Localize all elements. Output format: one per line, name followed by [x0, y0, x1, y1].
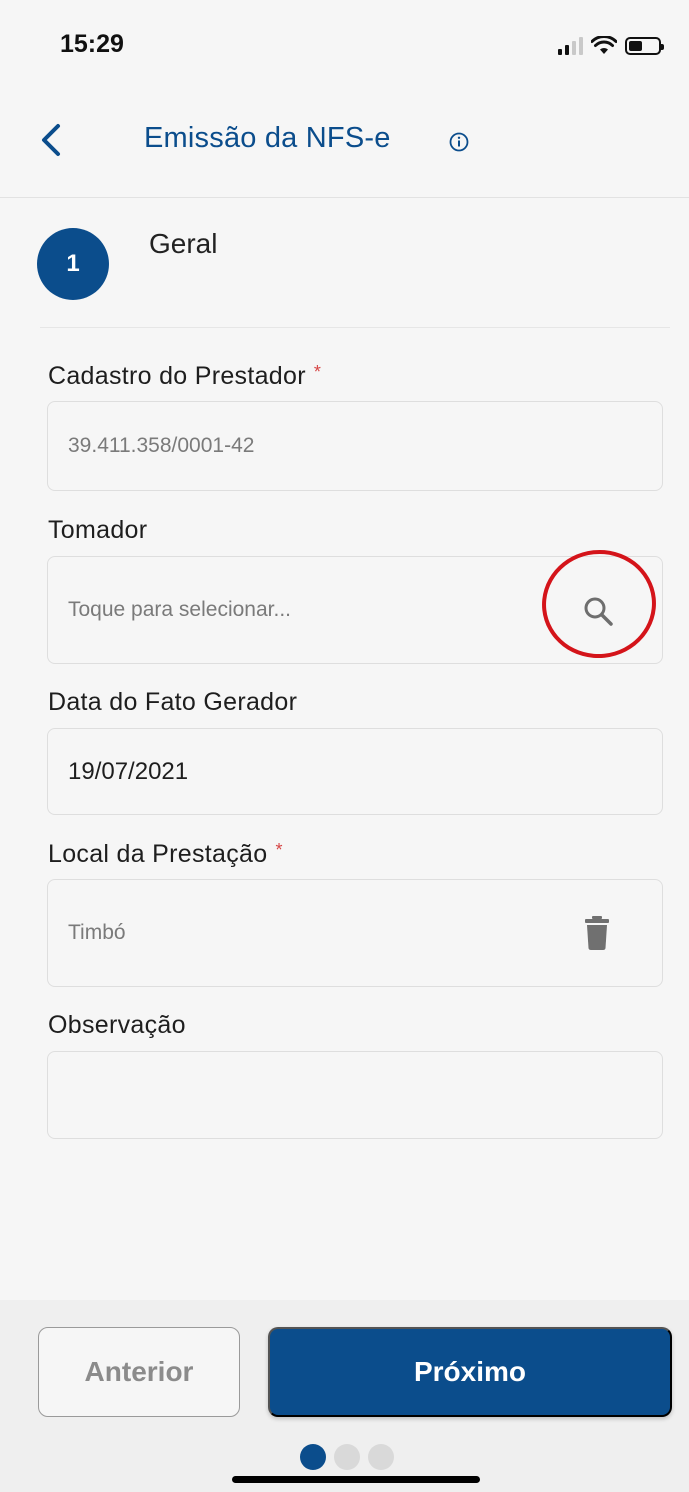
- local-label: Local da Prestação *: [48, 840, 283, 868]
- prestador-field[interactable]: 39.411.358/0001-42: [47, 401, 663, 491]
- required-marker: *: [313, 362, 322, 382]
- page-title: Emissão da NFS-e: [144, 122, 391, 154]
- step-title: Geral: [149, 228, 218, 259]
- previous-button[interactable]: Anterior: [38, 1327, 240, 1417]
- step-number-badge: 1: [37, 228, 109, 300]
- page-dot-3[interactable]: [368, 1444, 394, 1470]
- screen: 15:29 Emissão da NFS-e 1 Geral Cadastro …: [0, 0, 689, 1492]
- local-value: Timbó: [68, 921, 126, 944]
- home-indicator[interactable]: [232, 1476, 480, 1483]
- prestador-label: Cadastro do Prestador *: [48, 362, 322, 390]
- prestador-value: 39.411.358/0001-42: [68, 434, 255, 457]
- observacao-field[interactable]: [47, 1051, 663, 1139]
- signal-icon: [558, 37, 583, 55]
- required-marker: *: [275, 840, 283, 860]
- info-icon[interactable]: [449, 132, 469, 152]
- tomador-label: Tomador: [48, 516, 148, 544]
- data-value: 19/07/2021: [68, 757, 189, 785]
- header: Emissão da NFS-e: [0, 100, 689, 198]
- observacao-label: Observação: [48, 1011, 186, 1039]
- page-dot-2[interactable]: [334, 1444, 360, 1470]
- trash-icon[interactable]: [584, 916, 610, 950]
- data-field[interactable]: 19/07/2021: [47, 728, 663, 815]
- status-time: 15:29: [60, 30, 124, 58]
- status-bar: 15:29: [0, 0, 689, 100]
- data-label: Data do Fato Gerador: [48, 688, 298, 716]
- divider: [40, 327, 670, 328]
- page-indicator: [300, 1444, 394, 1470]
- next-button[interactable]: Próximo: [268, 1327, 672, 1417]
- status-icons: [558, 34, 664, 58]
- battery-icon: [625, 37, 664, 55]
- wifi-icon: [591, 36, 617, 54]
- page-dot-1[interactable]: [300, 1444, 326, 1470]
- tomador-placeholder: Toque para selecionar...: [68, 598, 291, 621]
- local-field[interactable]: Timbó: [47, 879, 663, 987]
- back-arrow-icon[interactable]: [34, 122, 70, 158]
